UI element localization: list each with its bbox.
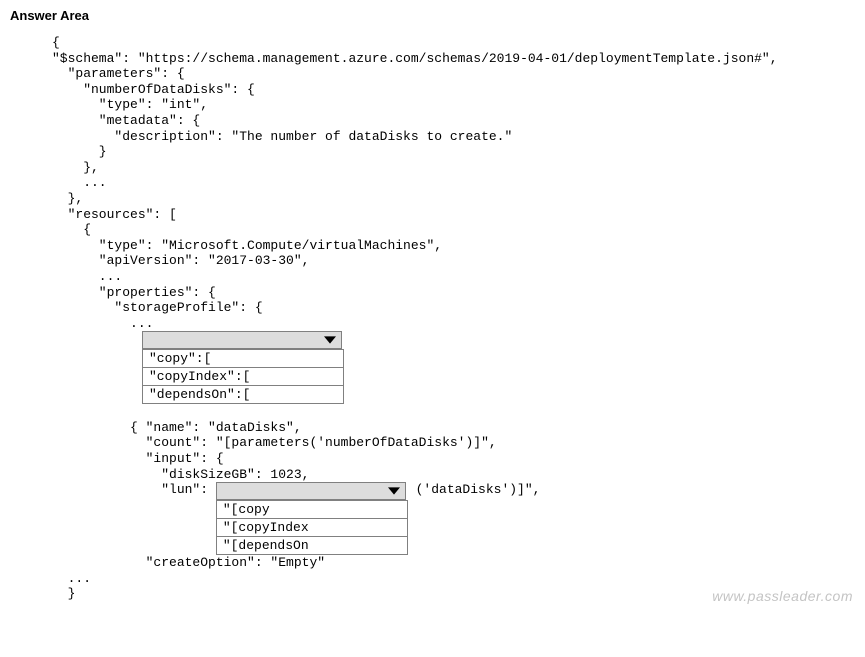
- code-line: "type": "Microsoft.Compute/virtualMachin…: [52, 238, 855, 254]
- dropdown-option[interactable]: "dependsOn":[: [143, 385, 343, 403]
- dropdown-option[interactable]: "copyIndex":[: [143, 367, 343, 385]
- code-line: "diskSizeGB": 1023,: [52, 467, 855, 483]
- code-line: "storageProfile": {: [52, 300, 855, 316]
- code-line: "lun":: [52, 482, 216, 498]
- arm-template-code: { "$schema": "https://schema.management.…: [10, 35, 855, 602]
- dropdown-option[interactable]: "copy":[: [143, 349, 343, 367]
- dropdown-selected[interactable]: [142, 331, 342, 349]
- dropdown-selected[interactable]: [216, 482, 406, 500]
- code-line: ...: [52, 269, 855, 285]
- watermark-text: www.passleader.com: [712, 588, 853, 604]
- code-line: ...: [52, 175, 855, 191]
- dropdown-options: "[copy "[copyIndex "[dependsOn: [216, 500, 408, 555]
- code-line: "createOption": "Empty": [52, 555, 855, 571]
- code-line: "count": "[parameters('numberOfDataDisks…: [52, 435, 855, 451]
- code-line: }: [52, 144, 855, 160]
- code-line: ...: [52, 571, 855, 587]
- dropdown-option[interactable]: "[copy: [217, 500, 407, 518]
- code-line: {: [52, 222, 855, 238]
- chevron-down-icon: [321, 332, 339, 348]
- chevron-down-icon: [385, 483, 403, 499]
- answer-area-heading: Answer Area: [10, 8, 855, 23]
- code-line: "$schema": "https://schema.management.az…: [52, 51, 855, 67]
- dropdown-option[interactable]: "[copyIndex: [217, 518, 407, 536]
- code-line: "description": "The number of dataDisks …: [52, 129, 855, 145]
- code-line: "numberOfDataDisks": {: [52, 82, 855, 98]
- code-line: "properties": {: [52, 285, 855, 301]
- lun-function-dropdown[interactable]: "[copy "[copyIndex "[dependsOn: [216, 482, 408, 555]
- code-line: "resources": [: [52, 207, 855, 223]
- code-line: {: [52, 35, 855, 51]
- code-line: { "name": "dataDisks",: [52, 420, 855, 436]
- dropdown-options: "copy":[ "copyIndex":[ "dependsOn":[: [142, 349, 344, 404]
- dropdown-option[interactable]: "[dependsOn: [217, 536, 407, 554]
- code-line: "apiVersion": "2017-03-30",: [52, 253, 855, 269]
- code-line: "input": {: [52, 451, 855, 467]
- code-line: ...: [52, 316, 855, 332]
- code-line: },: [52, 160, 855, 176]
- code-line: },: [52, 191, 855, 207]
- code-line: "type": "int",: [52, 97, 855, 113]
- code-line: "metadata": {: [52, 113, 855, 129]
- copy-function-dropdown[interactable]: "copy":[ "copyIndex":[ "dependsOn":[: [142, 331, 344, 404]
- code-line: ('dataDisks')]",: [408, 482, 541, 498]
- code-line: "parameters": {: [52, 66, 855, 82]
- code-line: [52, 404, 855, 420]
